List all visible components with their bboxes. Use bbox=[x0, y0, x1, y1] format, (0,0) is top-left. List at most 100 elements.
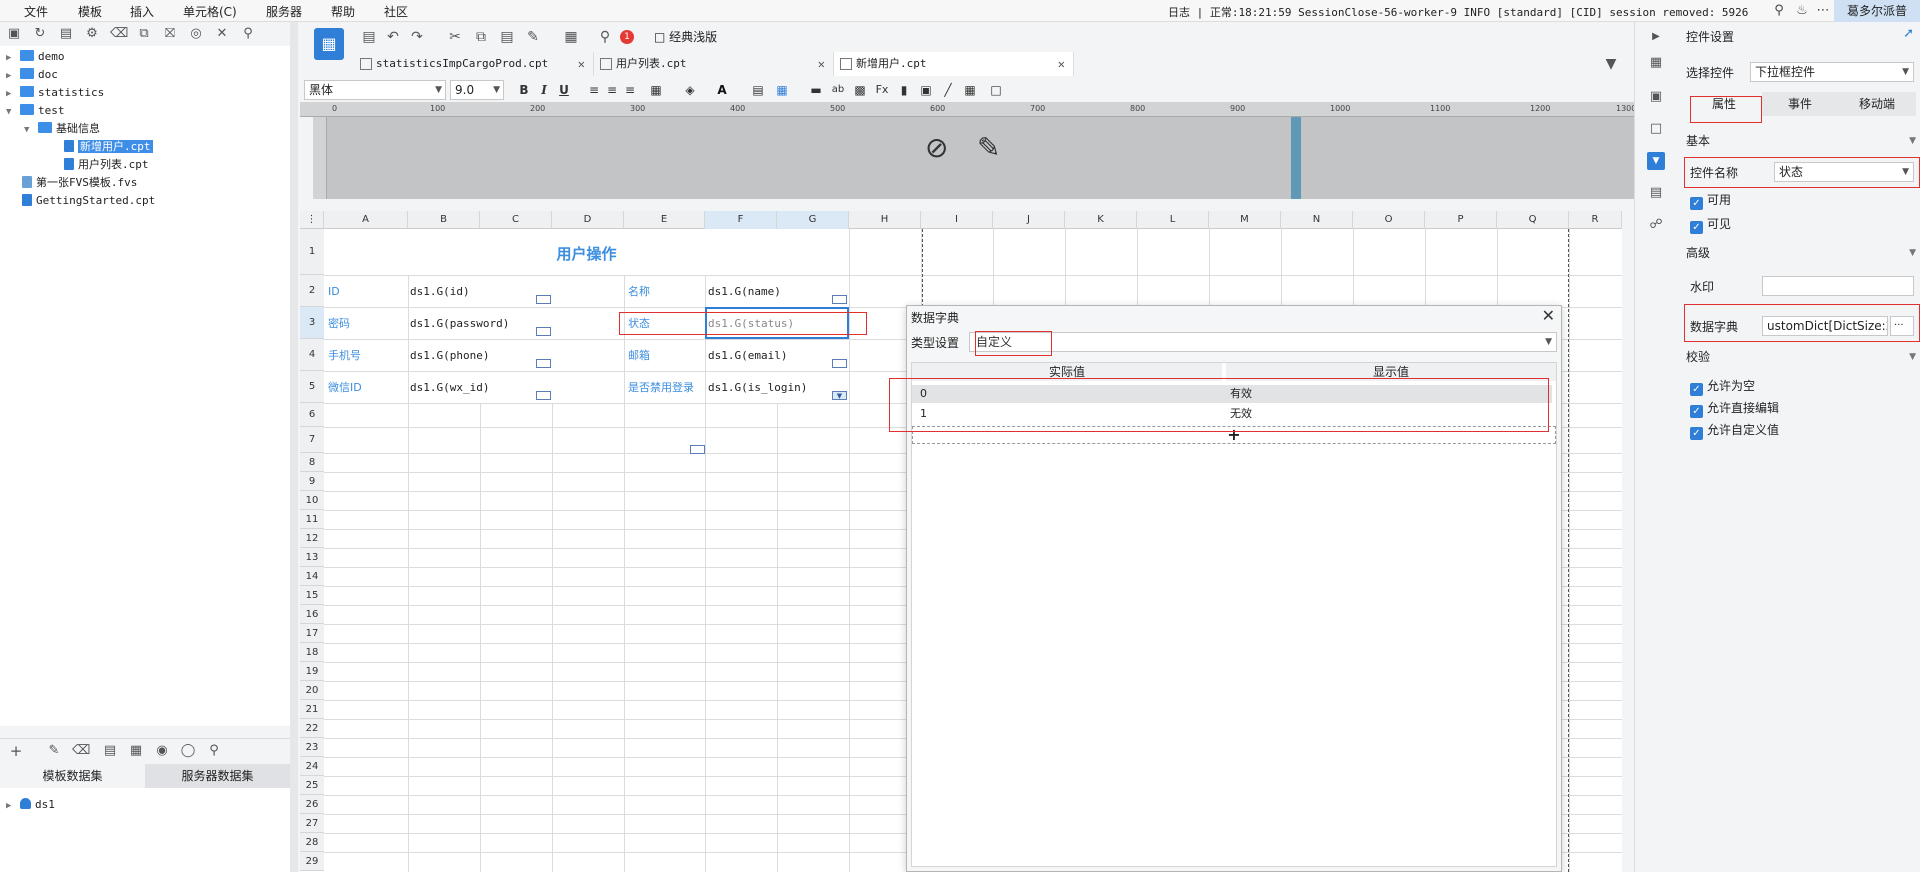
section-basic[interactable]: 基本 ▼ bbox=[1686, 130, 1920, 152]
column-f[interactable]: F bbox=[705, 211, 777, 229]
cell-b2[interactable]: ds1.G(id) bbox=[410, 285, 470, 299]
database-icon[interactable]: ◉ bbox=[154, 743, 170, 759]
tab-add-user-cpt[interactable]: 新增用户.cpt ✕ bbox=[834, 52, 1074, 76]
bell-icon[interactable]: ♨ bbox=[1794, 3, 1810, 19]
slash-icon[interactable]: ╱ bbox=[940, 82, 956, 98]
log-status[interactable]: 日志 | 正常:18:21:59 SessionClose-56-worker-… bbox=[1168, 4, 1748, 20]
chart-icon[interactable]: ▮ bbox=[896, 82, 912, 98]
picture-icon[interactable]: ▣ bbox=[918, 82, 934, 98]
row-header[interactable]: 25 bbox=[300, 776, 324, 795]
cut-icon[interactable]: ✂ bbox=[446, 28, 464, 46]
chevron-down-icon[interactable]: ▼ bbox=[6, 104, 20, 121]
section-validate[interactable]: 校验 ▼ bbox=[1686, 346, 1920, 368]
font-size-select[interactable]: 9.0 ▼ bbox=[450, 80, 504, 100]
chevron-right-icon[interactable]: ▶ bbox=[6, 86, 20, 103]
cell-a2[interactable]: ID bbox=[328, 285, 340, 299]
cell-e2[interactable]: 名称 bbox=[628, 285, 650, 299]
allow-direct-edit-checkbox[interactable]: ✓ 允许直接编辑 bbox=[1690, 400, 1779, 418]
refresh-icon[interactable]: ↻ bbox=[32, 26, 48, 42]
search-dataset-icon[interactable]: ⚲ bbox=[206, 743, 222, 759]
dataset-ds1[interactable]: ▶ ds1 bbox=[6, 796, 55, 813]
row-header[interactable]: 23 bbox=[300, 738, 324, 757]
column-i[interactable]: I bbox=[921, 211, 993, 229]
visible-checkbox[interactable]: ✓ 可见 bbox=[1690, 216, 1731, 234]
column-c[interactable]: C bbox=[480, 211, 552, 229]
menu-insert[interactable]: 插入 bbox=[130, 3, 154, 20]
tree-item-user-list[interactable]: 用户列表.cpt bbox=[64, 156, 149, 173]
cell-b5[interactable]: ds1.G(wx_id) bbox=[410, 381, 489, 395]
row-header[interactable]: 20 bbox=[300, 681, 324, 700]
cell-attr-icon[interactable]: ▦ bbox=[1647, 54, 1665, 72]
font-color-icon[interactable]: A bbox=[714, 82, 730, 98]
user-button[interactable]: 葛多尔派普 bbox=[1834, 0, 1920, 22]
eye-hidden-icon[interactable]: ⊘ bbox=[925, 131, 965, 171]
pencil-icon[interactable]: ✎ bbox=[977, 131, 1017, 171]
redo-icon[interactable]: ↷ bbox=[408, 28, 426, 46]
cell-b4[interactable]: ds1.G(phone) bbox=[410, 349, 489, 363]
cell-b3[interactable]: ds1.G(password) bbox=[410, 317, 509, 331]
row-header[interactable]: 28 bbox=[300, 833, 324, 852]
search-icon[interactable]: ⚲ bbox=[1771, 3, 1787, 19]
row-header[interactable]: 7 bbox=[300, 427, 324, 453]
more-icon[interactable]: ⋯ bbox=[1815, 3, 1831, 19]
tree-item-fvs[interactable]: 第一张FVS模板.fvs bbox=[22, 174, 137, 191]
widget-type-select[interactable]: 下拉框控件 ▼ bbox=[1750, 62, 1914, 82]
tab-menu-icon[interactable]: ▼ bbox=[1602, 55, 1620, 73]
close-icon[interactable]: ✕ bbox=[578, 52, 585, 76]
tree-item-getting-started[interactable]: GettingStarted.cpt bbox=[22, 192, 155, 209]
column-b[interactable]: B bbox=[408, 211, 480, 229]
column-o[interactable]: O bbox=[1353, 211, 1425, 229]
new-folder-icon[interactable]: ▣ bbox=[6, 26, 22, 42]
allow-empty-checkbox[interactable]: ✓ 允许为空 bbox=[1690, 378, 1755, 396]
format-painter-icon[interactable]: ✎ bbox=[524, 28, 542, 46]
pin-icon[interactable]: ➚ bbox=[1903, 26, 1914, 41]
menu-community[interactable]: 社区 bbox=[384, 3, 408, 20]
widget-settings-icon[interactable]: ▼ bbox=[1647, 152, 1665, 170]
image-cell-icon[interactable]: ▩ bbox=[852, 82, 868, 98]
row-header[interactable]: 13 bbox=[300, 548, 324, 567]
tree-item-doc[interactable]: ▶ doc bbox=[6, 66, 58, 83]
close-icon[interactable]: ✕ bbox=[1058, 52, 1065, 76]
alert-badge[interactable]: 1 bbox=[620, 30, 634, 44]
select-all-corner[interactable]: ⋮ bbox=[300, 211, 324, 229]
row-header[interactable]: 11 bbox=[300, 510, 324, 529]
chevron-right-icon[interactable]: ▶ bbox=[6, 50, 20, 67]
row-header[interactable]: 3 bbox=[300, 307, 324, 339]
row-header[interactable]: 19 bbox=[300, 662, 324, 681]
tree-item-add-user[interactable]: 新增用户.cpt bbox=[64, 138, 153, 155]
frame-icon[interactable]: □ bbox=[988, 82, 1004, 98]
cell-a3[interactable]: 密码 bbox=[328, 317, 350, 331]
cell-f2[interactable]: ds1.G(name) bbox=[708, 285, 781, 299]
sub-report-icon[interactable]: ▦ bbox=[962, 82, 978, 98]
preview-icon[interactable]: ▤ bbox=[102, 743, 118, 759]
tree-item-demo[interactable]: ▶ demo bbox=[6, 48, 65, 65]
chevron-down-icon[interactable]: ▼ bbox=[24, 122, 38, 139]
row-header[interactable]: 2 bbox=[300, 275, 324, 307]
row-header[interactable]: 22 bbox=[300, 719, 324, 738]
menu-help[interactable]: 帮助 bbox=[331, 3, 355, 20]
search-tree-icon[interactable]: ⚲ bbox=[240, 26, 256, 42]
save-icon[interactable]: ▤ bbox=[360, 28, 378, 46]
row-header[interactable]: 16 bbox=[300, 605, 324, 624]
align-right-icon[interactable]: ≡ bbox=[622, 82, 638, 98]
chevron-right-icon[interactable]: ▶ bbox=[6, 798, 20, 815]
column-n[interactable]: N bbox=[1281, 211, 1353, 229]
row-header[interactable]: 1 bbox=[300, 229, 324, 275]
close-icon[interactable]: ✕ bbox=[818, 52, 825, 76]
row-header[interactable]: 10 bbox=[300, 491, 324, 510]
delete-dataset-icon[interactable]: ⌫ bbox=[72, 743, 90, 759]
column-a[interactable]: A bbox=[324, 211, 408, 229]
bold-icon[interactable]: B bbox=[516, 82, 532, 98]
report-title[interactable]: 用户操作 bbox=[324, 245, 849, 263]
menu-cell[interactable]: 单元格(C) bbox=[183, 3, 237, 20]
edit-icon[interactable]: ✎ bbox=[46, 743, 62, 759]
fill-color-icon[interactable]: ◈ bbox=[682, 82, 698, 98]
column-m[interactable]: M bbox=[1209, 211, 1281, 229]
table-icon[interactable]: ▦ bbox=[774, 82, 790, 98]
cell-f5[interactable]: ds1.G(is_login) bbox=[708, 381, 807, 395]
row-header[interactable]: 27 bbox=[300, 814, 324, 833]
insert-row-icon[interactable]: ▬ bbox=[808, 82, 824, 98]
cell-e4[interactable]: 邮箱 bbox=[628, 349, 650, 363]
row-header[interactable]: 9 bbox=[300, 472, 324, 491]
column-q[interactable]: Q bbox=[1497, 211, 1569, 229]
